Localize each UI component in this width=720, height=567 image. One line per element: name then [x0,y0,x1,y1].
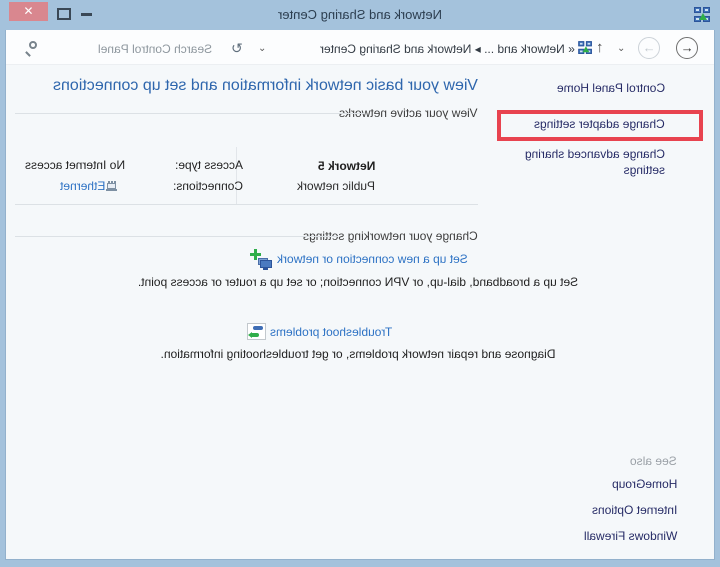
minimize-icon[interactable] [81,13,92,16]
search-icon [24,41,38,55]
section-rule [15,113,365,114]
sidebar-item-change-adapter-settings[interactable]: Change adapter settings [534,117,665,131]
network-sharing-center-window: Network and Sharing Center ✕ ← → ⌄ ↑ « N… [0,0,720,567]
forward-button[interactable]: → [638,37,660,59]
recent-pages-chevron-icon[interactable]: ⌄ [617,43,625,54]
sidebar-item-control-panel-home[interactable]: Control Panel Home [557,81,665,95]
page-title: View your basic network information and … [53,77,478,95]
setup-new-connection-link[interactable]: Set up a new connection or network [277,252,468,266]
back-button[interactable]: ← [676,37,698,59]
address-dropdown-chevron-icon[interactable]: ⌄ [258,43,266,54]
window-title: Network and Sharing Center [278,7,442,22]
sidebar-item-change-advanced-sharing[interactable]: Change advanced sharing settings [500,146,665,178]
troubleshoot-problems-link[interactable]: Troubleshoot problems [270,325,392,339]
section-rule [15,236,338,237]
see-also-heading: See also [630,454,677,468]
troubleshoot-icon [247,323,266,340]
ethernet-icon [106,180,118,192]
column-divider [236,147,237,204]
title-bar: Network and Sharing Center [0,7,720,22]
breadcrumb[interactable]: « Network and ... ▸ Network and Sharing … [320,42,575,56]
sidebar-item-windows-firewall[interactable]: Windows Firewall [584,529,677,543]
refresh-button[interactable]: ↻ [231,40,243,57]
sidebar-item-homegroup[interactable]: HomeGroup [612,477,677,491]
access-type-label: Access type: [175,158,243,172]
close-button[interactable]: ✕ [9,2,48,21]
access-type-value: No Internet access [25,158,125,172]
window-network-icon [694,7,711,23]
network-name: Network 5 [318,159,375,173]
maximize-icon[interactable] [57,8,71,20]
new-connection-icon [250,249,272,271]
sidebar-item-internet-options[interactable]: Internet Options [592,503,677,517]
search-input[interactable]: Search Control Panel [98,42,212,56]
troubleshoot-description: Diagnose and repair network problems, or… [88,347,628,362]
setup-new-connection-description: Set up a broadband, dial-up, or VPN conn… [92,275,624,290]
ethernet-link[interactable]: Ethernet [60,179,105,193]
breadcrumb-network-icon [578,41,592,55]
section-rule [15,204,478,205]
up-button[interactable]: ↑ [596,39,604,56]
connections-label: Connections: [173,179,243,193]
network-type: Public network [297,179,375,193]
